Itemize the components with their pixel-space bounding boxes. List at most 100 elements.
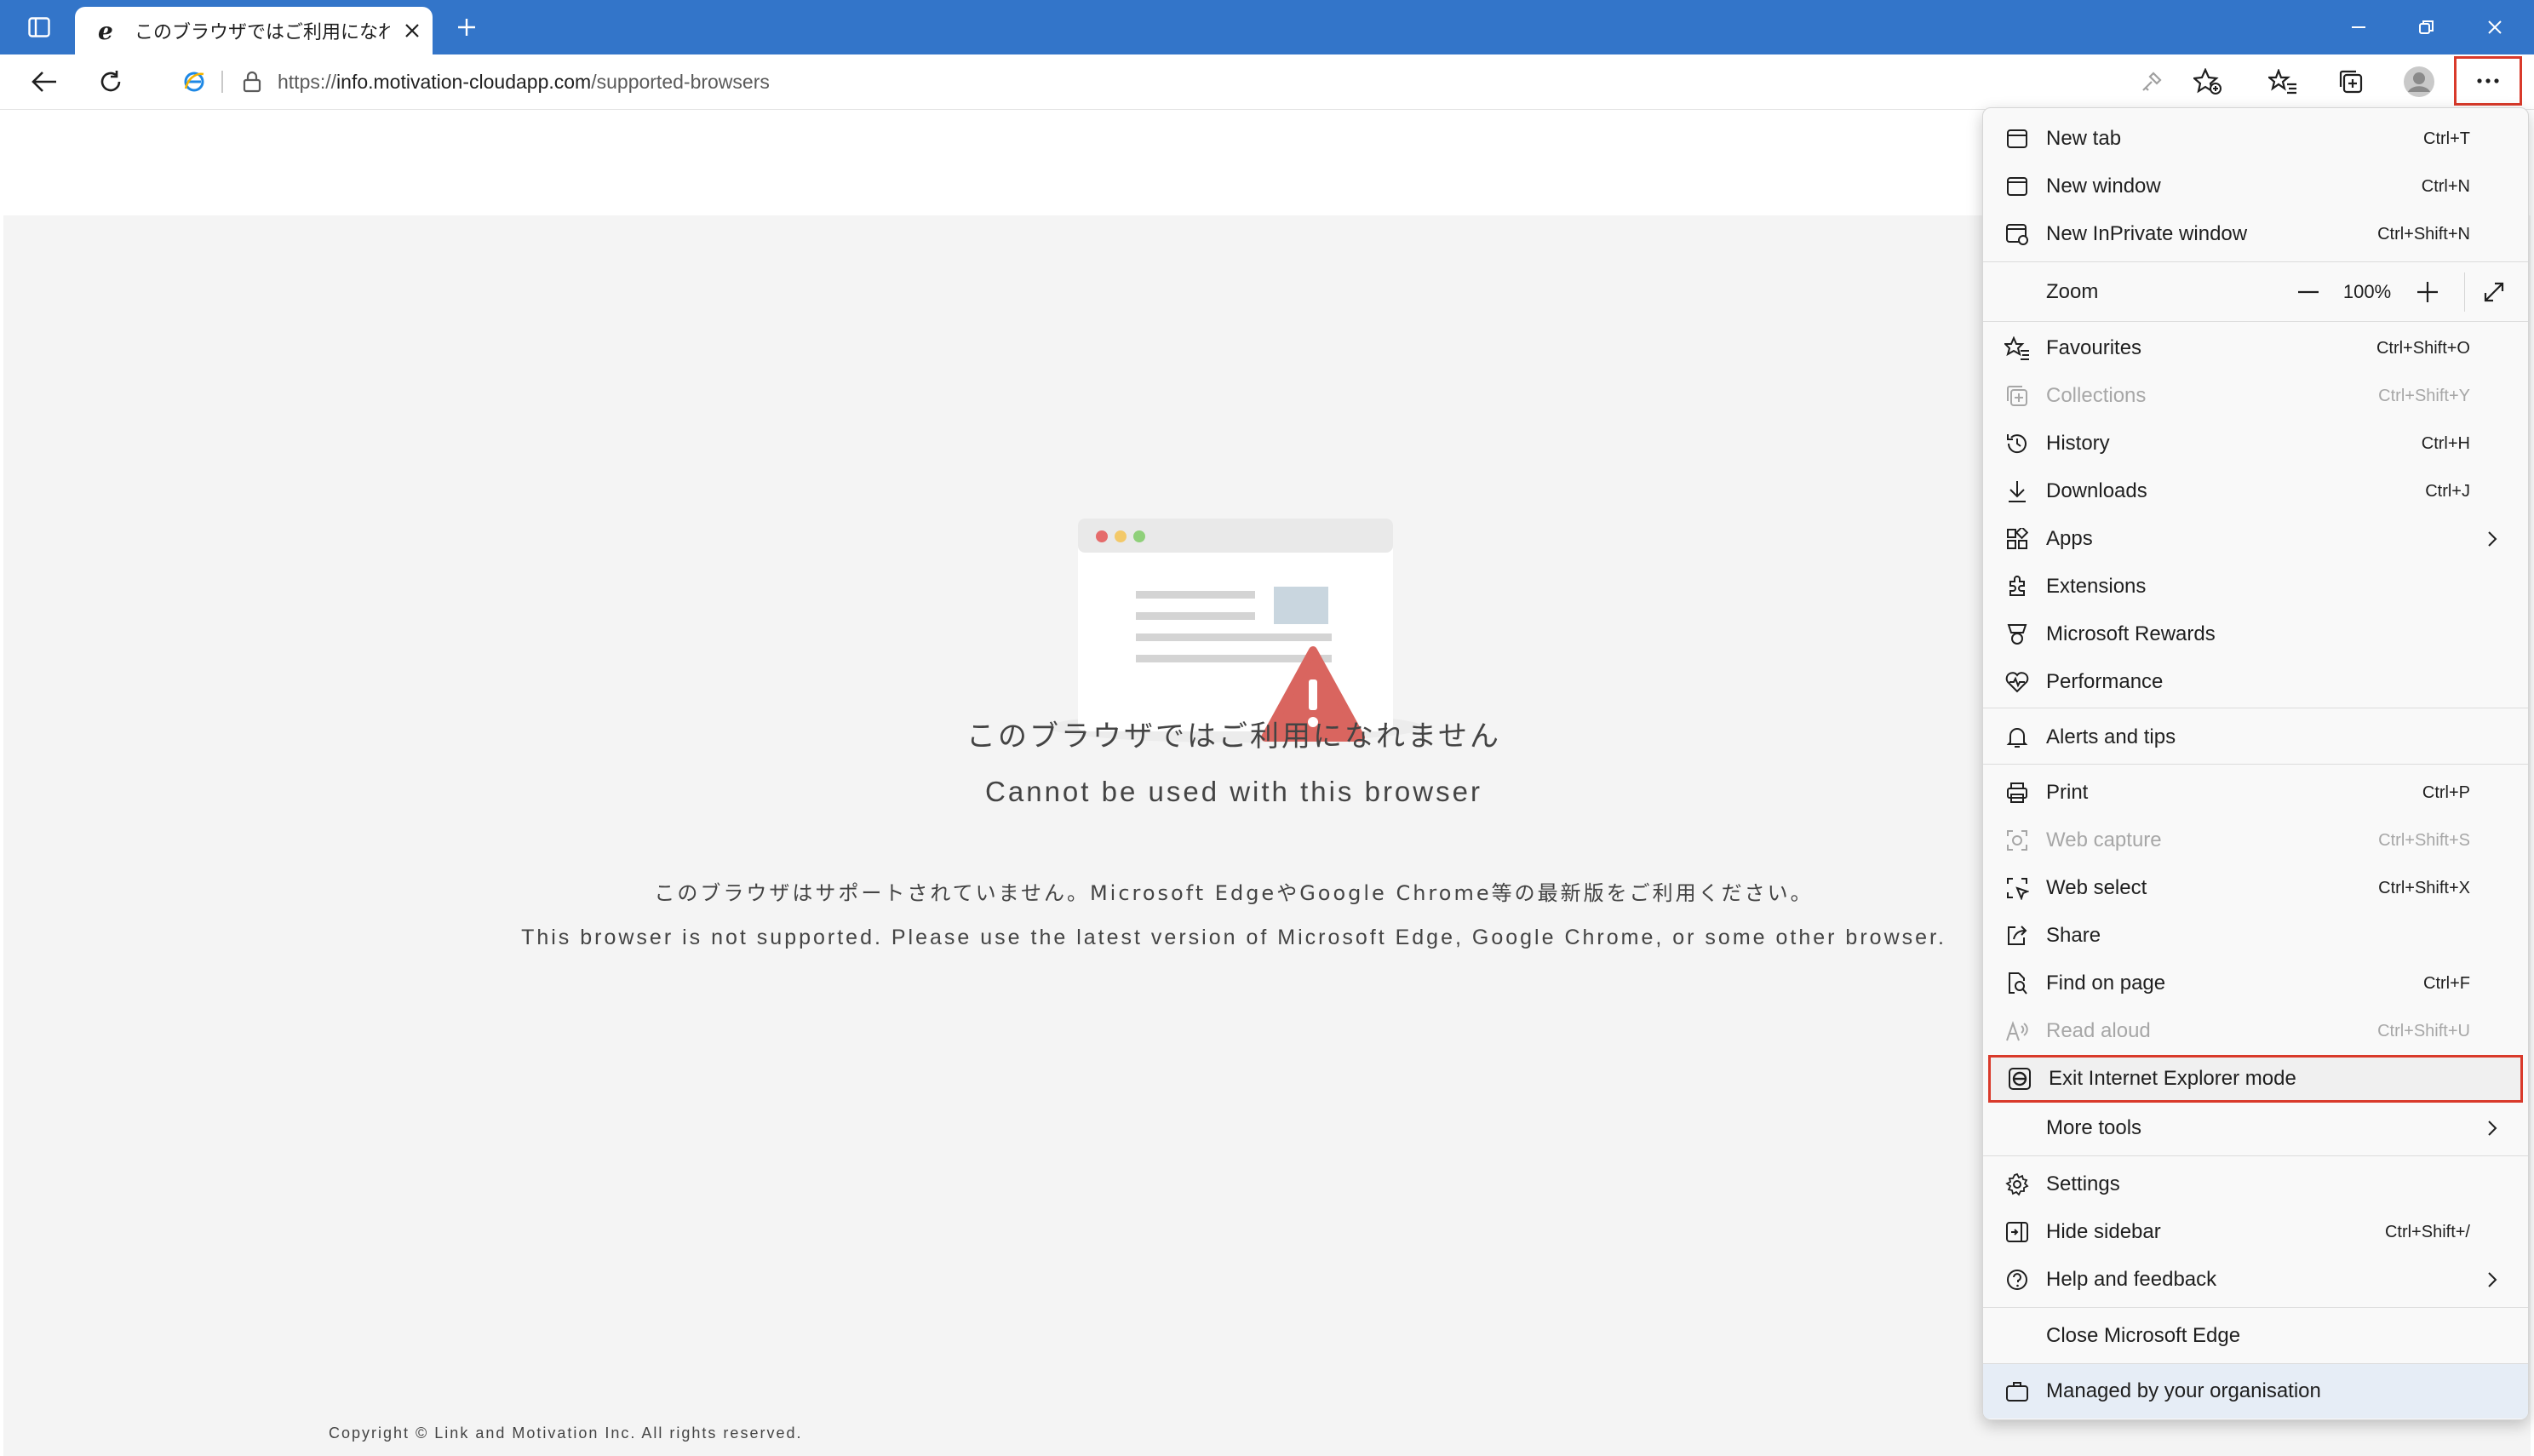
url-text[interactable]: https://info.motivation-cloudapp.com/sup… bbox=[278, 71, 770, 94]
menu-label: New InPrivate window bbox=[2046, 222, 2248, 245]
menu-separator bbox=[1983, 1155, 2528, 1156]
menu-separator bbox=[1983, 321, 2528, 322]
menu-shortcut: Ctrl+F bbox=[2423, 973, 2470, 993]
menu-shortcut: Ctrl+Shift+S bbox=[2378, 830, 2470, 850]
help-icon bbox=[2002, 1264, 2032, 1295]
url-host: info.motivation-cloudapp.com bbox=[336, 70, 592, 93]
menu-label: Close Microsoft Edge bbox=[2046, 1324, 2241, 1347]
find-on-page-icon bbox=[2002, 968, 2032, 999]
menu-item-favourites[interactable]: Favourites Ctrl+Shift+O bbox=[1983, 324, 2528, 372]
menu-item-alerts-and-tips[interactable]: Alerts and tips bbox=[1983, 714, 2528, 761]
menu-item-new-inprivate-window[interactable]: New InPrivate window Ctrl+Shift+N bbox=[1983, 210, 2528, 258]
favourites-icon[interactable] bbox=[2262, 61, 2304, 102]
menu-item-web-capture[interactable]: Web capture Ctrl+Shift+S bbox=[1983, 817, 2528, 864]
sidebar-icon bbox=[2002, 1217, 2032, 1247]
menu-label: Favourites bbox=[2046, 336, 2142, 359]
browser-tab[interactable]: e このブラウザではご利用になれません bbox=[75, 7, 433, 54]
chevron-right-icon bbox=[2482, 1118, 2502, 1138]
menu-item-help-and-feedback[interactable]: Help and feedback bbox=[1983, 1256, 2528, 1304]
menu-label: Read aloud bbox=[2046, 1019, 2151, 1042]
favourites-icon bbox=[2002, 333, 2032, 364]
ie-mode-icon[interactable] bbox=[181, 68, 208, 95]
new-tab-icon[interactable] bbox=[443, 0, 490, 54]
svg-text:e: e bbox=[98, 18, 113, 43]
inprivate-icon bbox=[2002, 219, 2032, 249]
menu-item-exit-internet-explorer-mode[interactable]: Exit Internet Explorer mode bbox=[1988, 1055, 2523, 1103]
menu-item-print[interactable]: Print Ctrl+P bbox=[1983, 769, 2528, 817]
menu-item-web-select[interactable]: Web select Ctrl+Shift+X bbox=[1983, 864, 2528, 912]
printer-icon bbox=[2002, 777, 2032, 808]
menu-item-close-microsoft-edge[interactable]: Close Microsoft Edge bbox=[1983, 1312, 2528, 1360]
download-icon bbox=[2002, 476, 2032, 507]
menu-label: Managed by your organisation bbox=[2046, 1379, 2321, 1402]
lock-icon[interactable] bbox=[240, 68, 264, 95]
menu-item-microsoft-rewards[interactable]: Microsoft Rewards bbox=[1983, 610, 2528, 658]
url-prefix: https:// bbox=[278, 70, 337, 93]
zoom-level: 100% bbox=[2342, 281, 2392, 302]
menu-item-history[interactable]: History Ctrl+H bbox=[1983, 420, 2528, 467]
address-bar[interactable]: https://info.motivation-cloudapp.com/sup… bbox=[157, 61, 2243, 102]
menu-label: Zoom bbox=[2046, 280, 2099, 303]
extensions-icon bbox=[2002, 571, 2032, 602]
menu-item-performance[interactable]: Performance bbox=[1983, 658, 2528, 706]
collections-icon bbox=[2002, 381, 2032, 411]
menu-shortcut: Ctrl+Shift+X bbox=[2378, 878, 2470, 897]
menu-item-settings[interactable]: Settings bbox=[1983, 1161, 2528, 1208]
menu-item-new-tab[interactable]: New tab Ctrl+T bbox=[1983, 115, 2528, 163]
menu-shortcut: Ctrl+T bbox=[2423, 129, 2470, 148]
menu-item-collections[interactable]: Collections Ctrl+Shift+Y bbox=[1983, 372, 2528, 420]
close-window-icon[interactable] bbox=[2469, 0, 2520, 54]
refresh-icon[interactable] bbox=[89, 60, 133, 104]
chevron-right-icon bbox=[2482, 529, 2502, 549]
title-bar: e このブラウザではご利用になれません bbox=[0, 0, 2534, 54]
menu-label: Apps bbox=[2046, 527, 2093, 550]
history-icon bbox=[2002, 428, 2032, 459]
menu-shortcut: Ctrl+Shift+N bbox=[2377, 224, 2470, 244]
fullscreen-icon[interactable] bbox=[2477, 275, 2511, 309]
web-capture-icon bbox=[2002, 825, 2032, 856]
menu-item-managed-by-organisation[interactable]: Managed by your organisation bbox=[1983, 1364, 2528, 1419]
menu-item-downloads[interactable]: Downloads Ctrl+J bbox=[1983, 467, 2528, 515]
copyright-text: Copyright © Link and Motivation Inc. All… bbox=[329, 1424, 803, 1442]
menu-shortcut: Ctrl+J bbox=[2425, 481, 2470, 501]
settings-and-more-button[interactable] bbox=[2454, 56, 2522, 106]
profile-avatar[interactable] bbox=[2398, 61, 2440, 102]
menu-label: Performance bbox=[2046, 670, 2164, 693]
menu-label: New tab bbox=[2046, 127, 2122, 150]
menu-item-share[interactable]: Share bbox=[1983, 912, 2528, 960]
menu-item-hide-sidebar[interactable]: Hide sidebar Ctrl+Shift+/ bbox=[1983, 1208, 2528, 1256]
menu-label: Settings bbox=[2046, 1172, 2120, 1195]
web-select-icon bbox=[2002, 873, 2032, 903]
tab-close-icon[interactable] bbox=[397, 15, 427, 46]
collections-icon[interactable] bbox=[2330, 61, 2372, 102]
menu-item-find-on-page[interactable]: Find on page Ctrl+F bbox=[1983, 960, 2528, 1007]
exit-ie-mode-icon bbox=[2004, 1063, 2035, 1094]
menu-label: Hide sidebar bbox=[2046, 1220, 2161, 1243]
menu-item-more-tools[interactable]: More tools bbox=[1983, 1104, 2528, 1152]
zoom-in-icon[interactable] bbox=[2411, 275, 2445, 309]
menu-label: Microsoft Rewards bbox=[2046, 622, 2216, 645]
address-separator bbox=[221, 71, 223, 93]
restore-icon[interactable] bbox=[2401, 0, 2452, 54]
key-icon[interactable] bbox=[2130, 61, 2173, 102]
menu-item-new-window[interactable]: New window Ctrl+N bbox=[1983, 163, 2528, 210]
menu-separator bbox=[1983, 764, 2528, 765]
add-favourite-icon[interactable] bbox=[2187, 61, 2229, 102]
back-arrow-icon[interactable] bbox=[22, 60, 66, 104]
menu-label: Extensions bbox=[2046, 575, 2147, 598]
menu-label: Find on page bbox=[2046, 972, 2166, 995]
menu-item-apps[interactable]: Apps bbox=[1983, 515, 2528, 563]
apps-icon bbox=[2002, 524, 2032, 554]
menu-shortcut: Ctrl+Shift+/ bbox=[2384, 1222, 2470, 1241]
menu-item-extensions[interactable]: Extensions bbox=[1983, 563, 2528, 610]
new-tab-icon bbox=[2002, 123, 2032, 154]
url-path: /supported-browsers bbox=[591, 70, 770, 93]
chevron-right-icon bbox=[2482, 1270, 2502, 1290]
minimize-icon[interactable] bbox=[2333, 0, 2384, 54]
menu-item-read-aloud[interactable]: Read aloud Ctrl+Shift+U bbox=[1983, 1007, 2528, 1055]
menu-label: More tools bbox=[2046, 1116, 2142, 1139]
menu-shortcut: Ctrl+N bbox=[2421, 176, 2470, 196]
tab-actions-icon[interactable] bbox=[15, 0, 63, 54]
zoom-out-icon[interactable] bbox=[2291, 275, 2325, 309]
menu-label: Alerts and tips bbox=[2046, 725, 2176, 748]
